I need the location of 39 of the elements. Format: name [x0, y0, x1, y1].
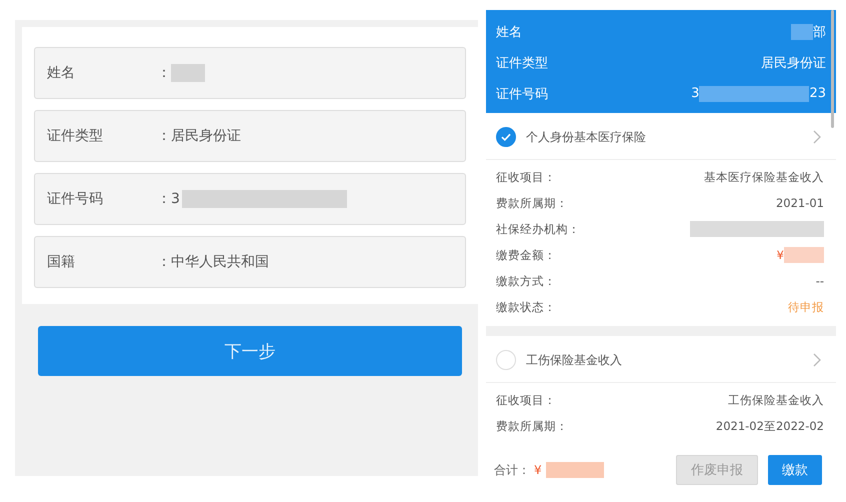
check-icon[interactable]	[496, 127, 516, 147]
form-field[interactable]: 证件号码 ：3	[34, 173, 466, 225]
detail-label: 缴费金额：	[496, 248, 556, 262]
header-value: 3	[691, 86, 700, 101]
detail-label: 缴款状态：	[496, 300, 556, 314]
redaction	[784, 247, 824, 263]
header-value: 部	[813, 24, 826, 40]
header-label: 证件号码	[496, 86, 548, 102]
scrollbar[interactable]	[831, 10, 834, 128]
form-field[interactable]: 姓名 ：	[34, 47, 466, 99]
detail-value: 2021-01	[776, 196, 824, 210]
item-row[interactable]: 工伤保险基金收入	[486, 338, 836, 383]
header-value: 居民身份证	[761, 54, 826, 72]
form-field[interactable]: 证件类型 ：居民身份证	[34, 110, 466, 162]
detail-label: 征收项目：	[496, 392, 556, 408]
detail-label: 费款所属期：	[496, 196, 568, 210]
total-value: ¥	[534, 463, 542, 477]
form-field[interactable]: 国籍 ：中华人民共和国	[34, 236, 466, 288]
detail-value: 2021-02至2022-02	[716, 418, 824, 434]
footer-button[interactable]: 缴款	[768, 455, 822, 485]
item-title: 工伤保险基金收入	[526, 352, 623, 368]
chevron-icon	[812, 352, 822, 368]
chevron-icon	[812, 129, 822, 145]
detail-label: 费款所属期：	[496, 418, 568, 434]
amount-value: ¥	[776, 248, 784, 262]
detail-label: 缴款方式：	[496, 274, 556, 288]
header-label: 证件类型	[496, 54, 548, 72]
detail-value: --	[816, 274, 824, 288]
total-label: 合计：	[494, 462, 530, 478]
header-value: 23	[809, 86, 826, 101]
header-label: 姓名	[496, 24, 522, 40]
redaction	[546, 462, 604, 478]
detail-value: 工伤保险基金收入	[728, 392, 824, 408]
detail-label: 社保经办机构：	[496, 222, 580, 236]
status-value: 待申报	[788, 300, 824, 314]
detail-value: 基本医疗保险基金收入	[704, 170, 824, 184]
item-title: 个人身份基本医疗保险	[526, 128, 647, 146]
detail-label: 征收项目：	[496, 170, 556, 184]
item-row[interactable]: 个人身份基本医疗保险	[486, 115, 836, 160]
